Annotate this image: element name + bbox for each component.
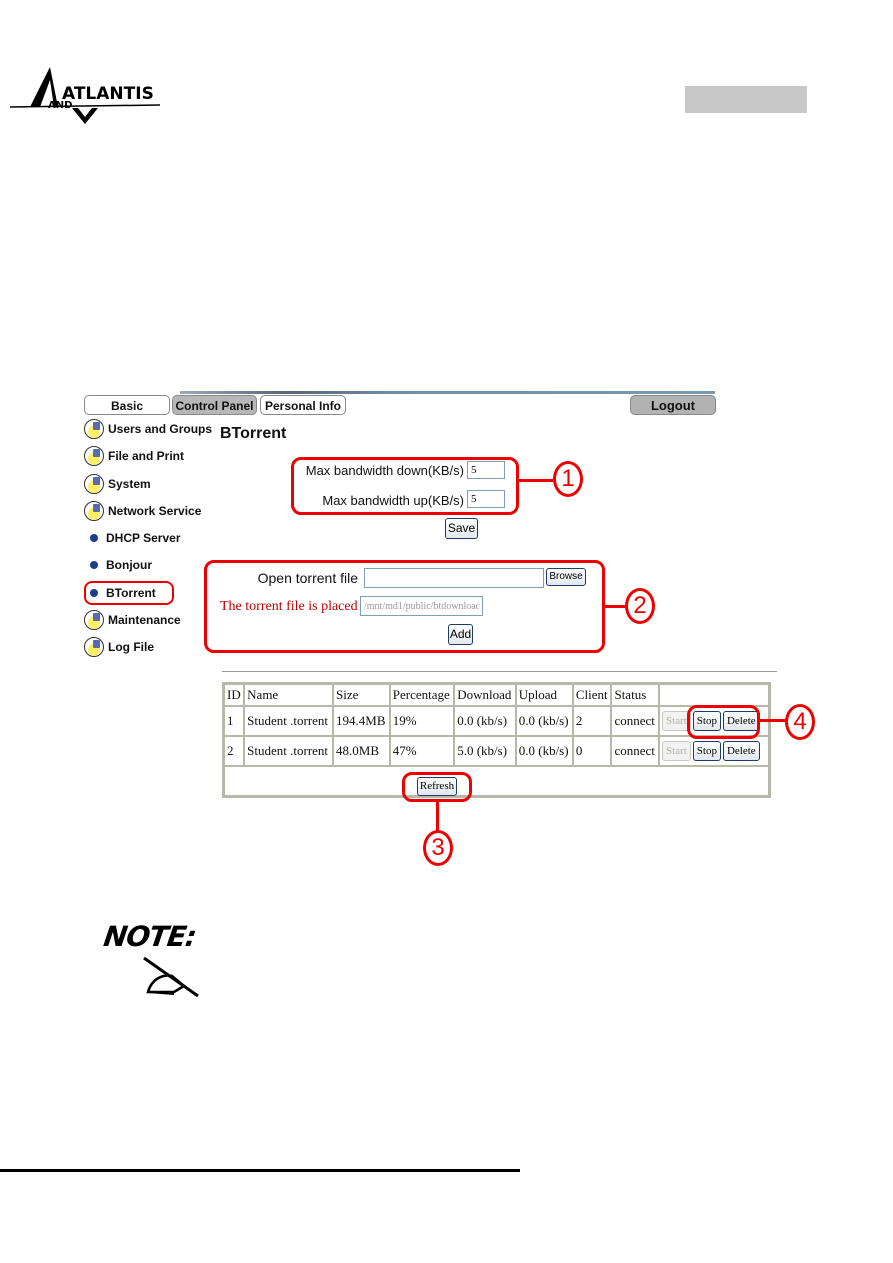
- table-header-row: ID Name Size Percentage Download Upload …: [224, 684, 769, 706]
- add-button[interactable]: Add: [448, 624, 473, 645]
- col-header-size: Size: [333, 684, 390, 706]
- sidebar-item-label: Maintenance: [108, 613, 181, 627]
- note-label: NOTE:: [101, 920, 198, 953]
- sidebar-item-label: DHCP Server: [106, 531, 181, 545]
- cell-upload: 0.0 (kb/s): [515, 736, 573, 766]
- max-bandwidth-up-label: Max bandwidth up(KB/s): [322, 493, 464, 508]
- btorrent-highlight-ring: [84, 581, 174, 605]
- table-row: 2 Student .torrent 48.0MB 47% 5.0 (kb/s)…: [224, 736, 769, 766]
- col-header-download: Download: [454, 684, 516, 706]
- tab-bar-line: [180, 391, 715, 394]
- col-header-client: Client: [572, 684, 612, 706]
- folder-globe-icon: [84, 501, 104, 521]
- col-header-actions: [659, 684, 769, 706]
- callout-box-3: [402, 772, 472, 802]
- sidebar-item-label: Log File: [108, 640, 154, 654]
- cell-upload: 0.0 (kb/s): [515, 706, 573, 736]
- sidebar-item-file-and-print[interactable]: File and Print: [84, 445, 184, 467]
- sidebar-item-label: Users and Groups: [108, 422, 213, 436]
- folder-globe-icon: [84, 610, 104, 630]
- callout-3: 3: [423, 830, 453, 866]
- tab-control-panel[interactable]: Control Panel: [172, 395, 257, 415]
- bullet-icon: [90, 534, 98, 542]
- logo-brand: ATLANTIS: [62, 84, 154, 104]
- folder-globe-icon: [84, 637, 104, 657]
- callout-connector-3: [436, 802, 439, 832]
- max-bandwidth-up-input[interactable]: [467, 490, 505, 508]
- cell-client: 2: [572, 706, 612, 736]
- open-torrent-file-label: Open torrent file: [257, 570, 358, 586]
- stop-button[interactable]: Stop: [692, 741, 721, 761]
- header-gray-box: [685, 86, 807, 113]
- callout-4: 4: [785, 704, 815, 740]
- torrent-file-placed-label: The torrent file is placed in: [220, 599, 372, 614]
- sidebar-item-bonjour[interactable]: Bonjour: [84, 554, 152, 576]
- sidebar-item-network-service[interactable]: Network Service: [84, 500, 201, 522]
- cell-id: 2: [224, 736, 245, 766]
- note-graphic: NOTE:: [101, 920, 204, 1000]
- sidebar-item-label: System: [108, 477, 151, 491]
- sidebar-item-system[interactable]: System: [84, 473, 151, 495]
- folder-globe-icon: [84, 419, 104, 439]
- folder-globe-icon: [84, 474, 104, 494]
- atlantis-land-logo: ATLANTIS AND: [9, 62, 161, 130]
- cell-name: Student .torrent: [244, 706, 334, 736]
- save-button[interactable]: Save: [445, 518, 478, 539]
- sidebar-item-label: Network Service: [108, 504, 202, 518]
- sidebar-item-label: Bonjour: [106, 558, 152, 572]
- footer-rule: [0, 1169, 520, 1172]
- cell-size: 194.4MB: [333, 706, 390, 736]
- sidebar-item-dhcp-server[interactable]: DHCP Server: [84, 527, 180, 549]
- cell-actions: Start Stop Delete: [659, 736, 769, 766]
- cell-name: Student .torrent: [244, 736, 334, 766]
- bullet-icon: [90, 561, 98, 569]
- sidebar-item-users-and-groups[interactable]: Users and Groups: [84, 418, 212, 440]
- browse-button[interactable]: Browse: [546, 568, 586, 586]
- max-bandwidth-down-input[interactable]: [467, 461, 505, 479]
- col-header-status: Status: [611, 684, 659, 706]
- cell-percentage: 19%: [389, 706, 455, 736]
- col-header-percentage: Percentage: [389, 684, 455, 706]
- folder-globe-icon: [84, 446, 104, 466]
- col-header-name: Name: [244, 684, 334, 706]
- sidebar-item-log-file[interactable]: Log File: [84, 636, 154, 658]
- torrent-table: ID Name Size Percentage Download Upload …: [222, 682, 771, 798]
- delete-button[interactable]: Delete: [722, 741, 760, 761]
- col-header-upload: Upload: [515, 684, 573, 706]
- table-footer-row: [224, 766, 769, 796]
- open-torrent-file-input[interactable]: [364, 568, 544, 588]
- callout-connector-1: [519, 479, 553, 482]
- start-button[interactable]: Start: [662, 741, 691, 761]
- cell-size: 48.0MB: [333, 736, 390, 766]
- col-header-id: ID: [224, 684, 245, 706]
- torrent-placed-path-input[interactable]: [360, 596, 483, 616]
- cell-status: connect: [611, 736, 659, 766]
- callout-box-4: [687, 705, 760, 739]
- callout-1: 1: [553, 461, 583, 497]
- page-title: BTorrent: [220, 425, 287, 442]
- cell-status: connect: [611, 706, 659, 736]
- sidebar-item-maintenance[interactable]: Maintenance: [84, 609, 181, 631]
- cell-download: 5.0 (kb/s): [454, 736, 516, 766]
- logo-sub: AND: [48, 100, 73, 111]
- cell-id: 1: [224, 706, 245, 736]
- cell-client: 0: [572, 736, 612, 766]
- cell-download: 0.0 (kb/s): [454, 706, 516, 736]
- callout-2: 2: [625, 588, 655, 624]
- logout-button[interactable]: Logout: [630, 395, 716, 415]
- cell-percentage: 47%: [389, 736, 455, 766]
- max-bandwidth-down-label: Max bandwidth down(KB/s): [305, 463, 464, 478]
- sidebar-item-label: File and Print: [108, 449, 185, 463]
- callout-connector-4: [760, 719, 786, 722]
- table-top-divider: [222, 671, 777, 672]
- tab-personal-info[interactable]: Personal Info: [260, 395, 346, 415]
- callout-connector-2: [605, 605, 626, 608]
- tab-basic[interactable]: Basic: [84, 395, 170, 415]
- writing-hand-icon: [143, 956, 199, 998]
